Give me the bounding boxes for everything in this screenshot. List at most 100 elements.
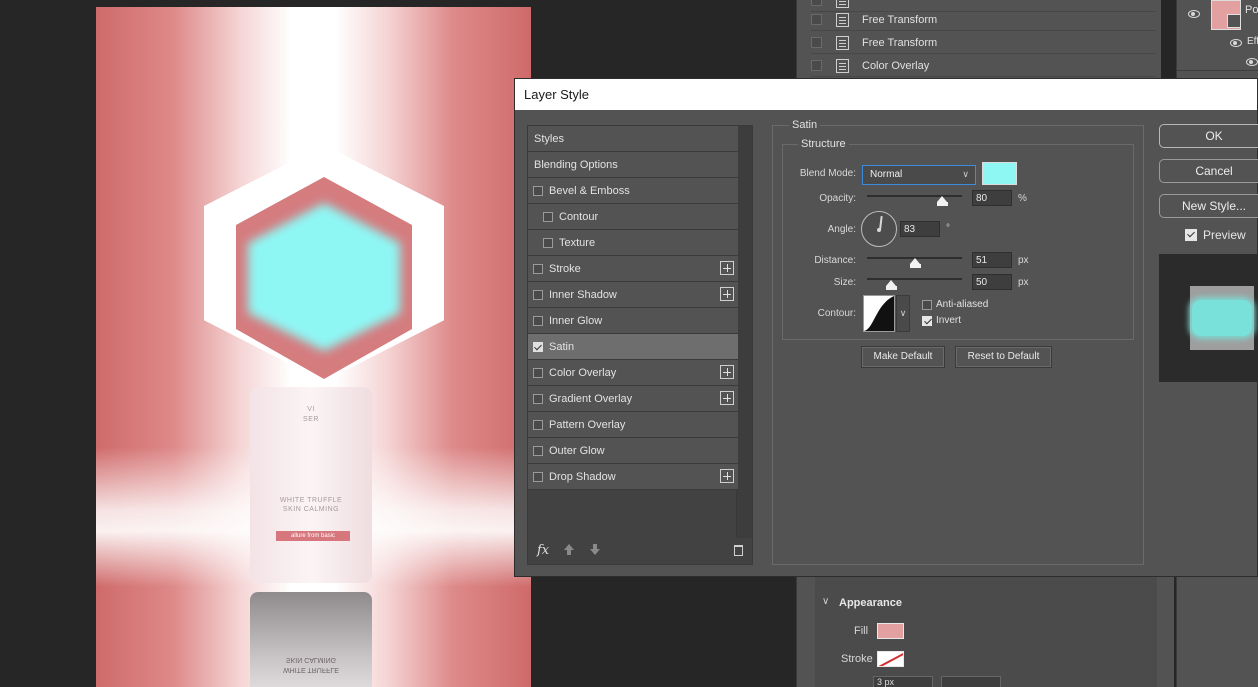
blend-mode-select[interactable]: Normal ∨ bbox=[862, 165, 976, 185]
fill-color-swatch[interactable] bbox=[877, 623, 904, 639]
stroke-width-input[interactable]: 3 px bbox=[873, 676, 933, 687]
distance-slider-thumb[interactable] bbox=[910, 258, 921, 268]
chevron-down-icon[interactable]: ∨ bbox=[822, 596, 829, 607]
style-item-checkbox[interactable] bbox=[533, 471, 543, 482]
visibility-eye-icon[interactable] bbox=[1230, 39, 1242, 47]
angle-dial[interactable] bbox=[861, 211, 897, 247]
invert-checkbox[interactable] bbox=[922, 316, 932, 326]
new-style-button[interactable]: New Style... bbox=[1159, 194, 1258, 218]
style-item-checkbox[interactable] bbox=[533, 445, 543, 456]
style-item-label: Pattern Overlay bbox=[549, 418, 626, 431]
satin-color-swatch[interactable] bbox=[982, 162, 1017, 185]
history-checkbox[interactable] bbox=[811, 0, 822, 6]
style-item-checkbox[interactable] bbox=[533, 289, 543, 300]
reset-to-default-button[interactable]: Reset to Default bbox=[955, 346, 1052, 368]
history-row[interactable]: Color Overlay bbox=[811, 55, 1156, 77]
style-item-checkbox[interactable] bbox=[533, 341, 543, 352]
style-item-checkbox[interactable] bbox=[543, 237, 553, 248]
style-item-label: Contour bbox=[559, 210, 599, 223]
add-effect-plus-icon[interactable] bbox=[720, 365, 734, 379]
opacity-label: Opacity: bbox=[819, 193, 856, 204]
reflection-text-line1: SKIN CALMING bbox=[285, 656, 337, 663]
size-input[interactable]: 50 bbox=[972, 274, 1012, 290]
opacity-input[interactable]: 80 bbox=[972, 190, 1012, 206]
angle-unit: ° bbox=[946, 223, 950, 234]
satin-group-label: Satin bbox=[789, 119, 821, 131]
visibility-eye-icon[interactable] bbox=[1246, 58, 1258, 66]
style-item-label: Outer Glow bbox=[549, 444, 605, 457]
history-row-label: Color Overlay bbox=[862, 59, 930, 72]
angle-input[interactable]: 83 bbox=[900, 221, 940, 237]
size-label: Size: bbox=[833, 277, 856, 288]
history-row[interactable]: Free Transform bbox=[811, 9, 1156, 31]
trash-icon[interactable] bbox=[734, 545, 743, 556]
style-item-checkbox[interactable] bbox=[533, 263, 543, 274]
angle-label: Angle: bbox=[827, 224, 856, 235]
add-effect-plus-icon[interactable] bbox=[720, 287, 734, 301]
style-item-styles[interactable]: Styles bbox=[528, 126, 738, 152]
style-item-stroke[interactable]: Stroke bbox=[528, 256, 738, 282]
style-item-inner-glow[interactable]: Inner Glow bbox=[528, 308, 738, 334]
history-row[interactable]: Free Transform bbox=[811, 32, 1156, 54]
style-item-checkbox[interactable] bbox=[543, 211, 553, 222]
history-doc-icon bbox=[836, 58, 849, 73]
structure-group-label: Structure bbox=[798, 138, 849, 150]
size-slider-track[interactable] bbox=[867, 278, 962, 280]
style-item-checkbox[interactable] bbox=[533, 315, 543, 326]
add-effect-plus-icon[interactable] bbox=[720, 261, 734, 275]
style-item-bevel-emboss[interactable]: Bevel & Emboss bbox=[528, 178, 738, 204]
blend-mode-label: Blend Mode: bbox=[799, 168, 856, 179]
anti-aliased-label: Anti-aliased bbox=[936, 299, 989, 310]
style-item-texture[interactable]: Texture bbox=[528, 230, 738, 256]
stroke-label: Stroke bbox=[841, 653, 873, 665]
add-effect-plus-icon[interactable] bbox=[720, 391, 734, 405]
style-item-inner-shadow[interactable]: Inner Shadow bbox=[528, 282, 738, 308]
style-item-checkbox[interactable] bbox=[533, 393, 543, 404]
document-canvas[interactable]: VI SER WHITE TRUFFLE SKIN CALMING allure… bbox=[96, 7, 531, 687]
visibility-eye-icon[interactable] bbox=[1188, 10, 1200, 18]
style-item-label: Bevel & Emboss bbox=[549, 184, 630, 197]
style-item-contour[interactable]: Contour bbox=[528, 204, 738, 230]
size-slider-thumb[interactable] bbox=[886, 280, 897, 290]
size-unit: px bbox=[1018, 277, 1029, 288]
ok-button[interactable]: OK bbox=[1159, 124, 1258, 148]
history-doc-icon bbox=[836, 0, 849, 8]
style-item-pattern-overlay[interactable]: Pattern Overlay bbox=[528, 412, 738, 438]
properties-panel: ∨ Appearance Fill Stroke 3 px bbox=[796, 576, 1174, 687]
style-item-label: Stroke bbox=[549, 262, 581, 275]
add-effect-plus-icon[interactable] bbox=[720, 469, 734, 483]
contour-preview[interactable] bbox=[863, 295, 895, 332]
history-row-label: Free Transform bbox=[862, 13, 938, 26]
contour-dropdown[interactable]: ∨ bbox=[896, 295, 910, 332]
history-panel: Free Transform Free Transform Color Over… bbox=[796, 0, 1161, 80]
stroke-color-swatch[interactable] bbox=[877, 651, 904, 667]
history-checkbox[interactable] bbox=[811, 37, 822, 48]
move-effect-up-icon[interactable] bbox=[564, 544, 574, 555]
distance-input[interactable]: 51 bbox=[972, 252, 1012, 268]
move-effect-down-icon[interactable] bbox=[590, 544, 600, 555]
style-item-checkbox[interactable] bbox=[533, 185, 543, 196]
style-item-blending-options[interactable]: Blending Options bbox=[528, 152, 738, 178]
style-item-satin[interactable]: Satin bbox=[528, 334, 738, 360]
bottle-text-line3: WHITE TRUFFLE bbox=[279, 497, 343, 504]
anti-aliased-checkbox[interactable] bbox=[922, 300, 932, 310]
style-item-color-overlay[interactable]: Color Overlay bbox=[528, 360, 738, 386]
cancel-button[interactable]: Cancel bbox=[1159, 159, 1258, 183]
style-item-checkbox[interactable] bbox=[533, 419, 543, 430]
style-item-outer-glow[interactable]: Outer Glow bbox=[528, 438, 738, 464]
opacity-slider-thumb[interactable] bbox=[937, 196, 948, 206]
history-checkbox[interactable] bbox=[811, 14, 822, 25]
style-item-label: Inner Shadow bbox=[549, 288, 617, 301]
stroke-style-dropdown[interactable] bbox=[941, 676, 1001, 687]
hexagon-shape-layer[interactable] bbox=[204, 145, 444, 385]
contour-label: Contour: bbox=[817, 308, 856, 319]
style-item-checkbox[interactable] bbox=[533, 367, 543, 378]
dialog-titlebar[interactable]: Layer Style bbox=[515, 79, 1257, 110]
make-default-button[interactable]: Make Default bbox=[861, 346, 945, 368]
history-checkbox[interactable] bbox=[811, 60, 822, 71]
styles-scrollbar[interactable] bbox=[736, 126, 752, 538]
style-item-drop-shadow[interactable]: Drop Shadow bbox=[528, 464, 738, 490]
preview-checkbox[interactable] bbox=[1185, 229, 1197, 241]
style-item-gradient-overlay[interactable]: Gradient Overlay bbox=[528, 386, 738, 412]
fx-menu-button[interactable]: fx bbox=[537, 543, 549, 558]
